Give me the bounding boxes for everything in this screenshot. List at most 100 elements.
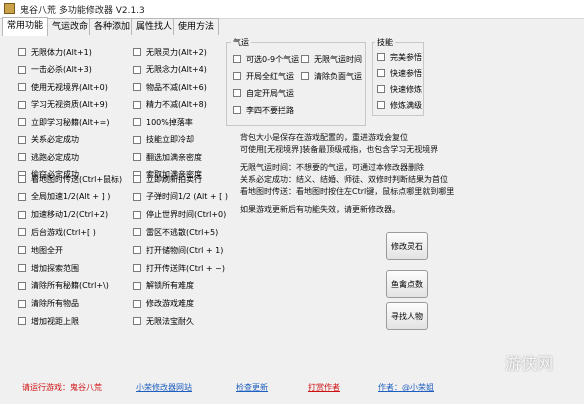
option-checkbox[interactable]: 立即刷新拍卖行 [133, 173, 202, 185]
checkbox-box[interactable] [18, 192, 26, 201]
checkbox-box[interactable] [133, 65, 141, 74]
checkbox-box[interactable] [133, 135, 141, 144]
option-checkbox[interactable]: 打开储物间(Ctrl + 1) [133, 244, 223, 256]
option-checkbox[interactable]: 修改游戏难度 [133, 298, 194, 310]
checkbox-box[interactable] [133, 48, 141, 56]
checkbox-box[interactable] [133, 299, 141, 308]
fortune-checkbox[interactable]: 李四不要拦路 [233, 104, 294, 116]
checkbox-box[interactable] [133, 281, 141, 290]
checkbox-box[interactable] [18, 264, 26, 272]
checkbox-box[interactable] [18, 118, 26, 126]
option-checkbox[interactable]: 清除所有物品 [18, 298, 79, 310]
skill-checkbox[interactable]: 快速参悟 [377, 67, 422, 79]
option-checkbox[interactable]: 无限灵力(Alt+2) [133, 46, 207, 58]
site-link[interactable]: 小荣修改器网站 [136, 382, 192, 393]
fish-points-button[interactable]: 鱼禽点数 [386, 270, 428, 298]
fortune-checkbox[interactable]: 开局全红气运 [233, 70, 294, 82]
option-checkbox[interactable]: 停止世界时间(Ctrl+0) [133, 209, 226, 221]
option-checkbox[interactable]: 精力不减(Alt+8) [133, 99, 207, 111]
checkbox-box[interactable] [18, 299, 26, 308]
checkbox-box[interactable] [18, 175, 26, 183]
option-checkbox[interactable]: 后台游戏(Ctrl+[ ) [18, 226, 96, 238]
option-checkbox[interactable]: 学习无视资质(Alt+9) [18, 99, 108, 111]
checkbox-box[interactable] [18, 100, 26, 109]
option-checkbox[interactable]: 解锁所有难度 [133, 280, 194, 292]
option-checkbox[interactable]: 翻选加满亲密度 [133, 151, 202, 163]
checkbox-box[interactable] [133, 192, 141, 201]
option-checkbox[interactable]: 加速移动1/2(Ctrl+2) [18, 209, 108, 221]
tab-add[interactable]: 各种添加 [89, 18, 136, 35]
checkbox-box[interactable] [377, 69, 385, 77]
modify-spirit-stone-button[interactable]: 修改灵石 [386, 232, 428, 260]
checkbox-label: 无限体力(Alt+1) [31, 47, 92, 57]
checkbox-box[interactable] [133, 83, 141, 91]
tab-common[interactable]: 常用功能 [2, 17, 49, 36]
option-checkbox[interactable]: 看地图时传送(Ctrl+鼠标) [18, 173, 122, 185]
fortune-checkbox[interactable]: 清除负面气运 [301, 70, 362, 82]
option-checkbox[interactable]: 无限体力(Alt+1) [18, 46, 92, 58]
checkbox-box[interactable] [18, 210, 26, 219]
skill-checkbox[interactable]: 修炼满级 [377, 99, 422, 111]
checkbox-box[interactable] [18, 228, 26, 237]
checkbox-box[interactable] [133, 246, 141, 255]
option-checkbox[interactable]: 物品不减(Alt+6) [133, 81, 207, 93]
checkbox-box[interactable] [377, 85, 385, 93]
skill-checkbox[interactable]: 完美参悟 [377, 51, 422, 63]
checkbox-box[interactable] [233, 55, 241, 63]
check-update-link[interactable]: 检查更新 [236, 382, 268, 393]
option-checkbox[interactable]: 逃跑必定成功 [18, 151, 79, 163]
option-checkbox[interactable]: 雷区不逃散(Ctrl+5) [133, 226, 218, 238]
checkbox-label: 子弹时间1/2 (Alt + [ ) [146, 192, 228, 202]
option-checkbox[interactable]: 增加视距上限 [18, 315, 79, 327]
option-checkbox[interactable]: 使用无视境界(Alt+0) [18, 81, 108, 93]
checkbox-box[interactable] [233, 106, 241, 114]
checkbox-label: 清除所有物品 [31, 299, 79, 309]
option-checkbox[interactable]: 一击必杀(Alt+3) [18, 64, 92, 76]
checkbox-box[interactable] [301, 72, 309, 80]
fortune-checkbox[interactable]: 可选0-9个气运 [233, 53, 299, 65]
checkbox-box[interactable] [18, 281, 26, 290]
checkbox-box[interactable] [377, 101, 385, 109]
checkbox-box[interactable] [133, 118, 141, 126]
option-checkbox[interactable]: 无限念力(Alt+4) [133, 64, 207, 76]
checkbox-box[interactable] [18, 246, 26, 255]
fortune-checkbox[interactable]: 自定开局气运 [233, 87, 294, 99]
checkbox-box[interactable] [133, 228, 141, 237]
checkbox-box[interactable] [133, 100, 141, 109]
option-checkbox[interactable]: 地图全开 [18, 244, 63, 256]
option-checkbox[interactable]: 100%掉落率 [133, 116, 193, 128]
option-checkbox[interactable]: 打开传送阵(Ctrl + ~) [133, 262, 225, 274]
skill-checkbox[interactable]: 快速修炼 [377, 83, 422, 95]
tab-usage[interactable]: 使用方法 [173, 18, 220, 35]
donate-link[interactable]: 打赏作者 [308, 382, 340, 393]
option-checkbox[interactable]: 立即学习秘籍(Alt+=) [18, 116, 109, 128]
option-checkbox[interactable]: 无限法宝耐久 [133, 315, 194, 327]
option-checkbox[interactable]: 技能立即冷却 [133, 134, 194, 146]
checkbox-box[interactable] [18, 135, 26, 144]
checkbox-box[interactable] [133, 264, 141, 272]
checkbox-box[interactable] [18, 65, 26, 74]
checkbox-box[interactable] [377, 53, 385, 61]
option-checkbox[interactable]: 关系必定成功 [18, 134, 79, 146]
author-link[interactable]: 作者：@小荣姐 [378, 382, 434, 393]
checkbox-box[interactable] [133, 175, 141, 183]
fortune-checkbox[interactable]: 无限气运时间 [301, 53, 362, 65]
option-checkbox[interactable]: 子弹时间1/2 (Alt + [ ) [133, 191, 228, 203]
checkbox-box[interactable] [301, 55, 309, 63]
checkbox-label: 打开储物间(Ctrl + 1) [146, 245, 224, 255]
checkbox-box[interactable] [18, 83, 26, 91]
checkbox-box[interactable] [18, 48, 26, 56]
option-checkbox[interactable]: 增加探索范围 [18, 262, 79, 274]
checkbox-box[interactable] [18, 317, 26, 326]
checkbox-box[interactable] [233, 89, 241, 97]
checkbox-box[interactable] [18, 153, 26, 161]
find-person-button[interactable]: 寻找人物 [386, 302, 428, 330]
checkbox-box[interactable] [133, 317, 141, 326]
tab-attributes[interactable]: 属性找人 [131, 18, 178, 35]
checkbox-box[interactable] [233, 72, 241, 80]
checkbox-box[interactable] [133, 210, 141, 219]
checkbox-box[interactable] [133, 153, 141, 161]
tab-fortune[interactable]: 气运改命 [47, 18, 94, 35]
option-checkbox[interactable]: 清除所有秘籍(Ctrl+\) [18, 280, 109, 292]
option-checkbox[interactable]: 全局加速1/2(Alt + ] ) [18, 191, 110, 203]
